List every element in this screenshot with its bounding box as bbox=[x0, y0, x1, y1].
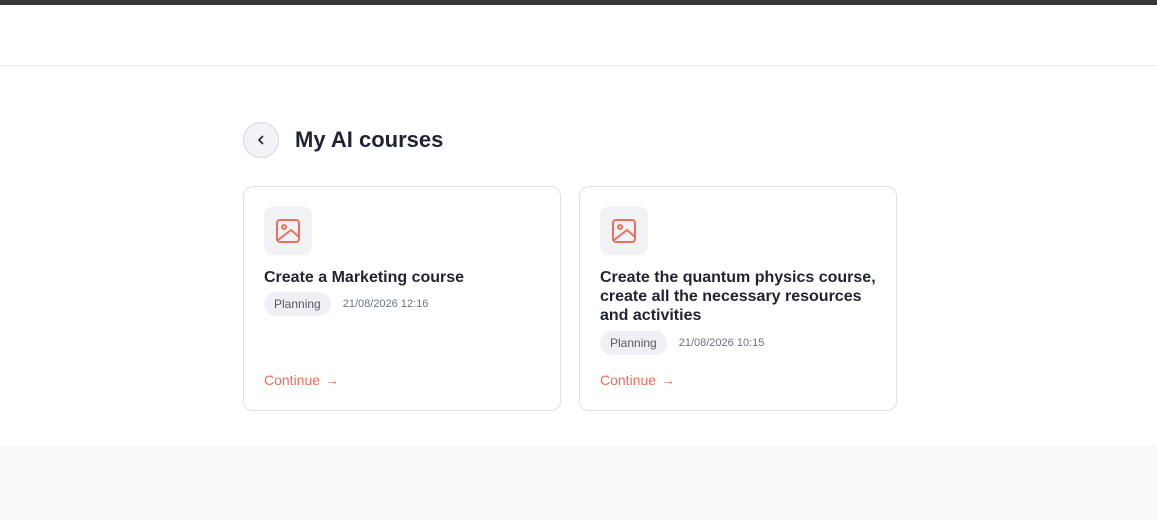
page-header: My AI courses bbox=[243, 122, 443, 158]
course-card[interactable]: Create a Marketing course Planning 21/08… bbox=[243, 186, 561, 411]
course-timestamp: 21/08/2026 12:16 bbox=[342, 298, 429, 310]
course-meta: Planning 21/08/2026 10:15 bbox=[600, 331, 764, 355]
continue-label: Continue bbox=[600, 372, 657, 388]
course-card[interactable]: Create the quantum physics course, creat… bbox=[579, 186, 897, 411]
page-title: My AI courses bbox=[295, 127, 444, 152]
continue-label: Continue bbox=[264, 372, 321, 388]
back-button[interactable] bbox=[243, 122, 279, 158]
course-timestamp: 21/08/2026 10:15 bbox=[678, 337, 765, 349]
image-icon bbox=[612, 219, 636, 243]
image-icon bbox=[276, 219, 300, 243]
course-thumbnail bbox=[264, 207, 312, 255]
app-header bbox=[0, 5, 1157, 66]
status-badge: Planning bbox=[600, 331, 667, 355]
continue-link[interactable]: Continue → bbox=[600, 372, 675, 388]
chevron-left-icon bbox=[258, 135, 264, 145]
continue-link[interactable]: Continue → bbox=[264, 372, 339, 388]
course-title: Create a Marketing course bbox=[264, 269, 465, 286]
status-badge: Planning bbox=[264, 292, 331, 316]
course-title: Create the quantum physics course, creat… bbox=[600, 269, 876, 324]
course-meta: Planning 21/08/2026 12:16 bbox=[264, 292, 428, 316]
arrow-right-icon: → bbox=[661, 372, 676, 388]
course-thumbnail bbox=[600, 207, 648, 255]
arrow-right-icon: → bbox=[325, 372, 340, 388]
main-content: My AI courses Create a Marketing course … bbox=[0, 66, 1157, 445]
page-footer bbox=[0, 445, 1157, 520]
